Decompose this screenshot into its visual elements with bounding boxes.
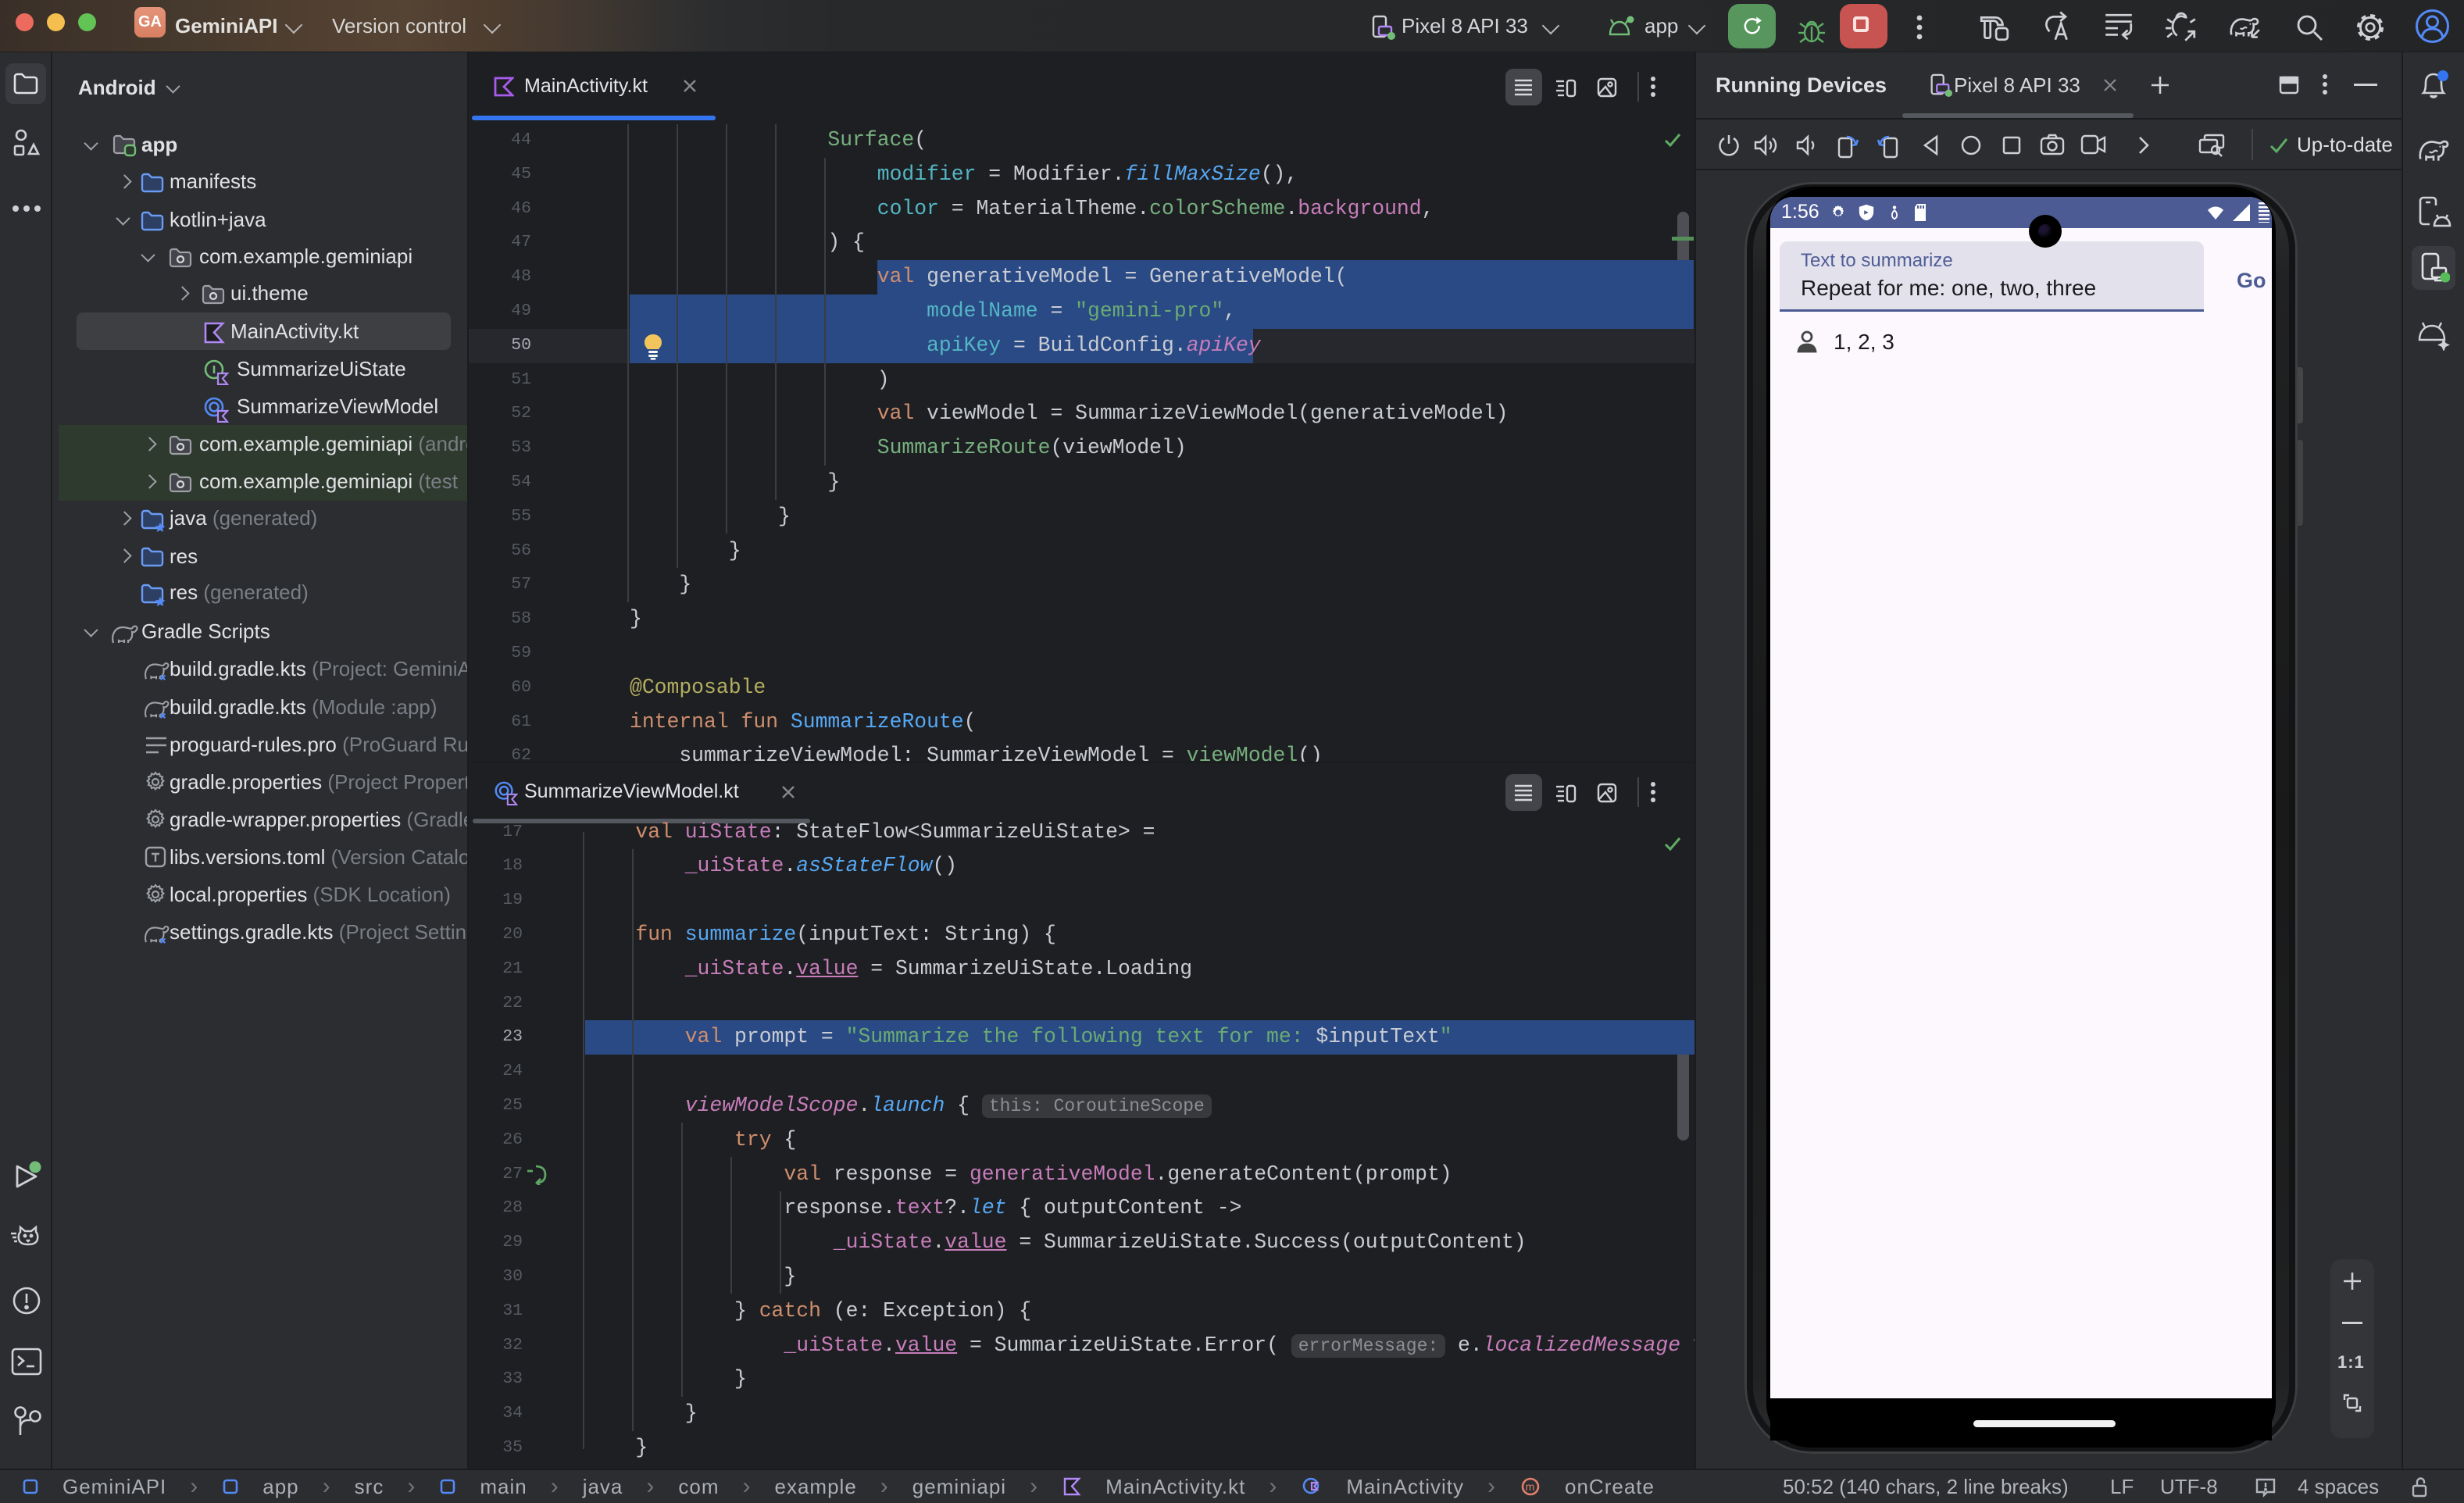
svg-text:m: m	[1526, 1480, 1536, 1493]
